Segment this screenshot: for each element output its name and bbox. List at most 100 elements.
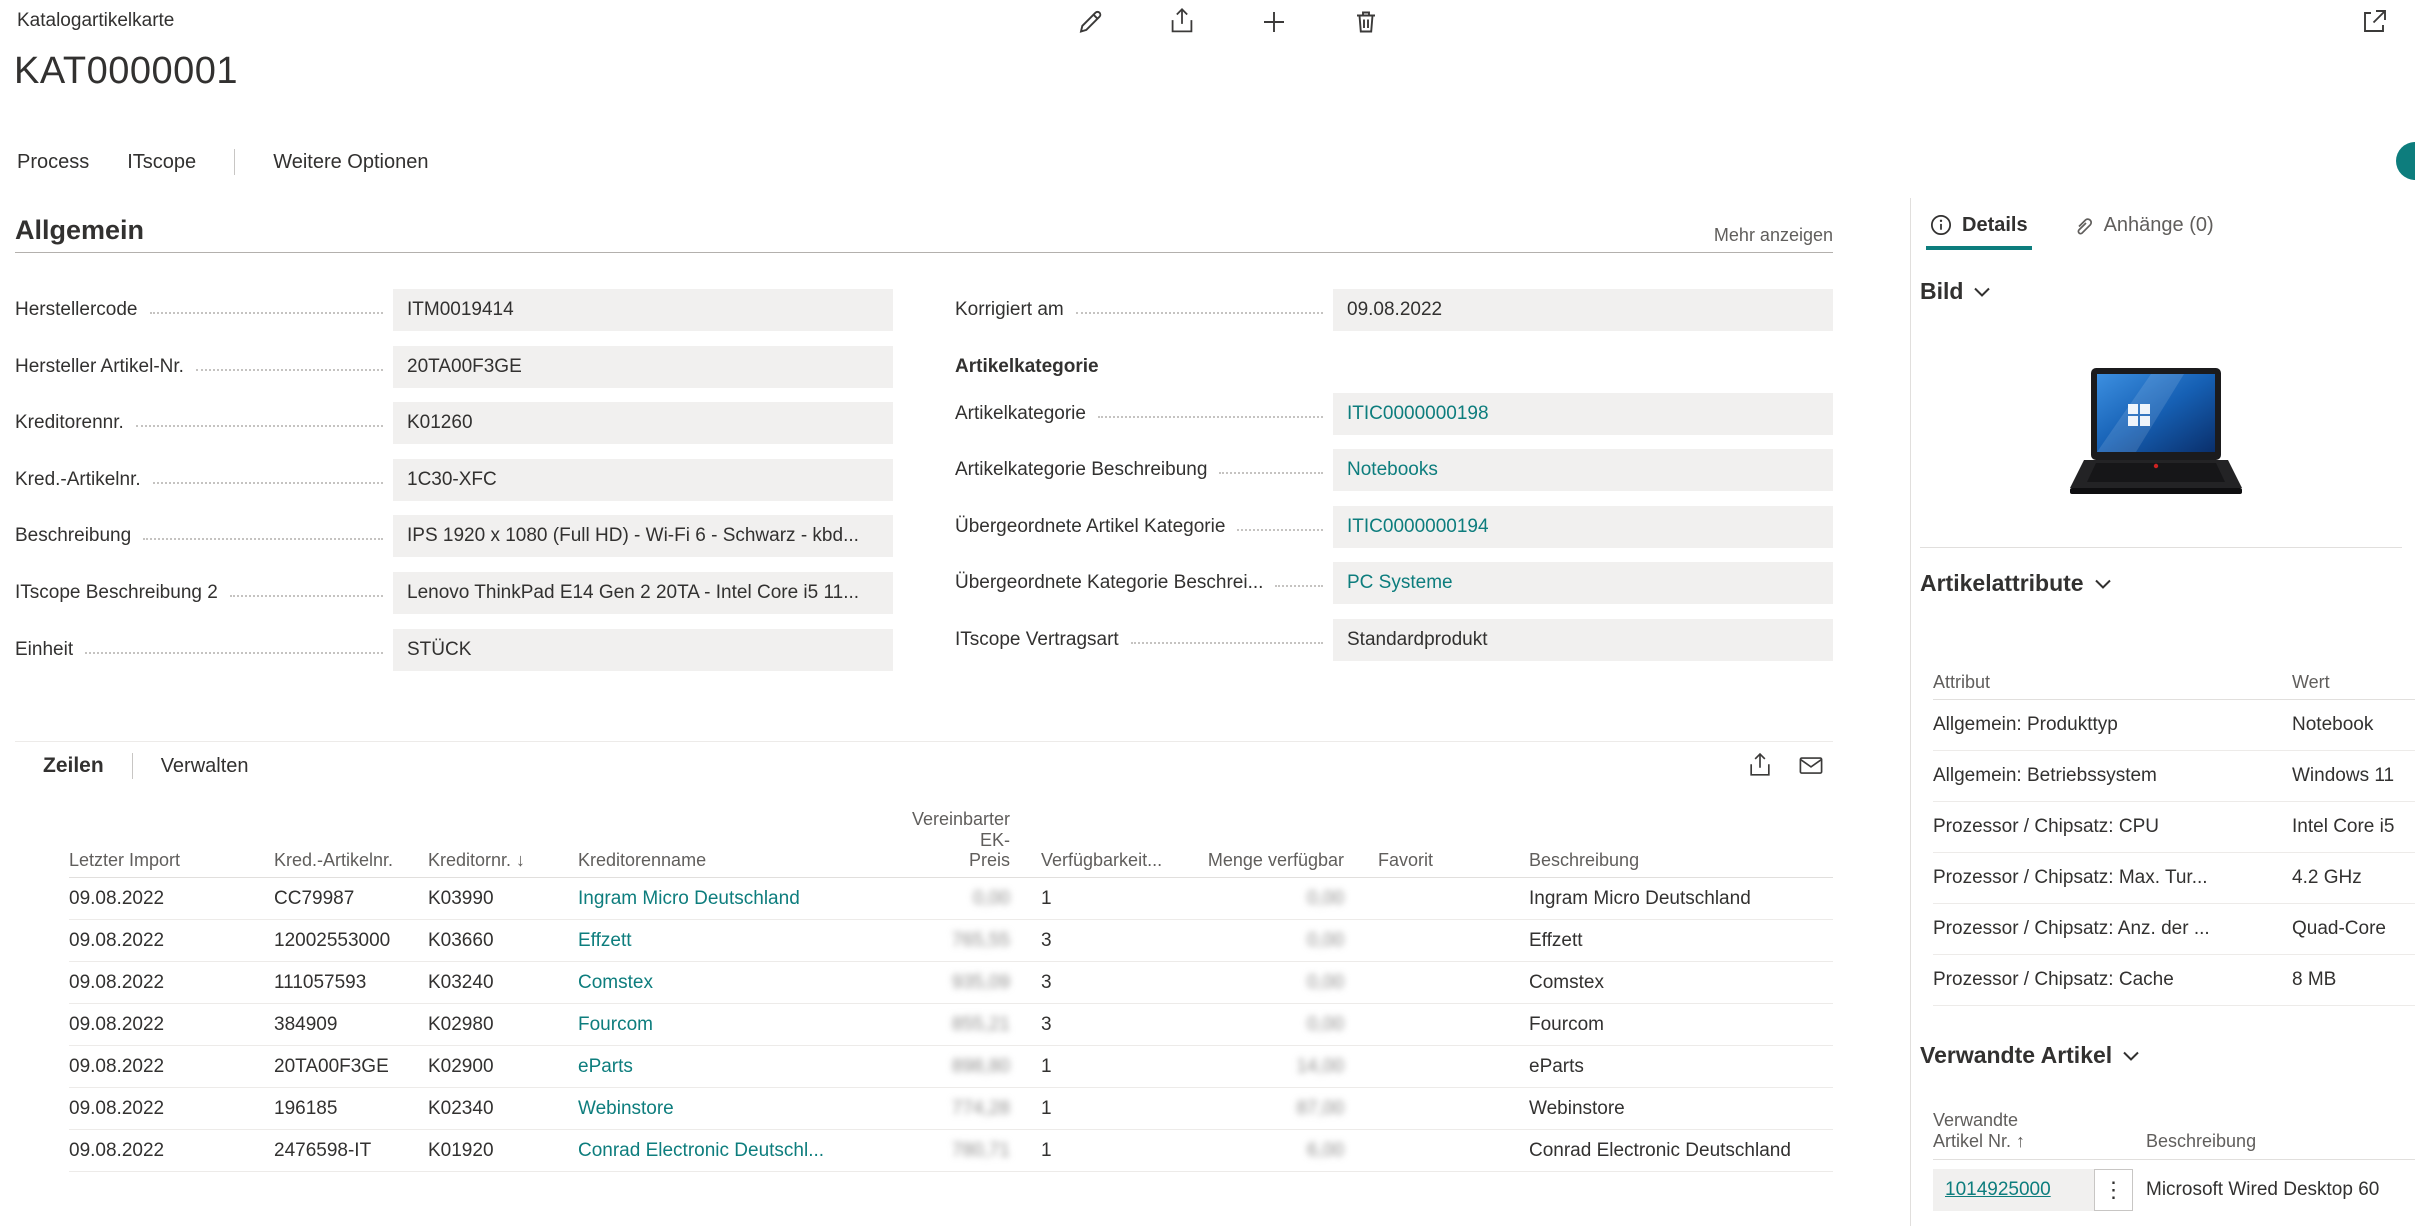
dotted-leader (1076, 312, 1323, 314)
column-header-kreditornr-sorted-desc[interactable]: Kreditornr. ↓ (428, 850, 578, 871)
dotted-leader (1131, 642, 1323, 644)
show-more-link[interactable]: Mehr anzeigen (1714, 225, 1833, 246)
tab-details[interactable]: Details (1930, 200, 2028, 250)
open-in-new-window-button[interactable] (2356, 4, 2392, 40)
cell-kreditorenname-link[interactable]: Effzett (578, 930, 878, 952)
delete-button[interactable] (1348, 4, 1384, 40)
field-label: ITscope Vertragsart (955, 629, 1119, 651)
column-header-attribut[interactable]: Attribut (1933, 672, 2292, 693)
related-item-link[interactable]: 1014925000 (1945, 1179, 2051, 1201)
field-hersteller-artikel-nr: Hersteller Artikel-Nr. 20TA00F3GE (15, 346, 893, 388)
cell-kreditorenname-link[interactable]: Ingram Micro Deutschland (578, 888, 878, 910)
column-header-wert[interactable]: Wert (2292, 672, 2415, 693)
manage-menu[interactable]: Verwalten (161, 755, 249, 778)
field-value[interactable]: ITM0019414 (393, 289, 893, 331)
add-button[interactable] (1256, 4, 1292, 40)
cell-kreditorenname-link[interactable]: eParts (578, 1056, 878, 1078)
column-header-vereinbarter-ek-preis[interactable]: Vereinbarter EK- Preis (878, 809, 1010, 871)
column-header-verfuegbarkeit[interactable]: Verfügbarkeit... (1010, 850, 1195, 871)
column-header-beschreibung[interactable]: Beschreibung (2146, 1131, 2415, 1153)
lines-header-divider (132, 753, 133, 779)
lines-mail-button[interactable] (1793, 748, 1829, 784)
attribute-row[interactable]: Prozessor / Chipsatz: CPU Intel Core i5 (1933, 802, 2415, 853)
field-value[interactable]: 1C30-XFC (393, 459, 893, 501)
field-value[interactable]: Lenovo ThinkPad E14 Gen 2 20TA - Intel C… (393, 572, 893, 614)
cell-menge-verfuegbar-redacted: 6,00 (1195, 1140, 1344, 1162)
chevron-down-icon (2094, 578, 2112, 590)
column-header-favorit[interactable]: Favorit (1344, 850, 1494, 871)
field-label: Übergeordnete Kategorie Beschrei... (955, 572, 1263, 594)
cell-menge-verfuegbar-redacted: 87,00 (1195, 1098, 1344, 1120)
edit-button[interactable] (1072, 4, 1108, 40)
field-value-link[interactable]: ITIC0000000194 (1333, 506, 1833, 548)
column-header-kreditorenname[interactable]: Kreditorenname (578, 850, 878, 871)
cell-verfuegbarkeit: 1 (1010, 888, 1195, 910)
field-label: Korrigiert am (955, 299, 1064, 321)
table-row[interactable]: 09.08.2022 2476598-IT K01920 Conrad Elec… (69, 1130, 1833, 1172)
artikelattribute-section-header[interactable]: Artikelattribute (1920, 570, 2112, 597)
lines-table: Letzter Import Kred.-Artikelnr. Kreditor… (69, 818, 1833, 1172)
table-row[interactable]: 09.08.2022 20TA00F3GE K02900 eParts 898,… (69, 1046, 1833, 1088)
general-heading[interactable]: Allgemein (15, 215, 144, 246)
related-items-table: Verwandte Artikel Nr. ↑ Beschreibung 101… (1933, 1108, 2415, 1220)
open-in-new-window-icon (2358, 6, 2390, 38)
group-header-artikelkategorie: Artikelkategorie (955, 346, 1833, 382)
field-value[interactable]: Standardprodukt (1333, 619, 1833, 661)
attribute-row[interactable]: Prozessor / Chipsatz: Max. Tur... 4.2 GH… (1933, 853, 2415, 904)
related-number-field[interactable]: 1014925000 (1933, 1169, 2094, 1211)
cell-kred-artikelnr: CC79987 (274, 888, 428, 910)
lines-heading: Zeilen (43, 754, 104, 778)
attribute-row[interactable]: Allgemein: Produkttyp Notebook (1933, 700, 2415, 751)
related-item-row[interactable]: 1014925000 ⋮ Microsoft Wired Desktop 60 (1933, 1160, 2415, 1220)
cell-kred-artikelnr: 196185 (274, 1098, 428, 1120)
cell-letzter-import: 09.08.2022 (69, 1056, 274, 1078)
share-button[interactable] (1164, 4, 1200, 40)
field-artikelkategorie: Artikelkategorie ITIC0000000198 (955, 393, 1833, 435)
cell-kred-artikelnr: 2476598-IT (274, 1140, 428, 1162)
bild-section-header[interactable]: Bild (1920, 278, 1991, 305)
row-options-button[interactable]: ⋮ (2094, 1169, 2133, 1211)
field-value[interactable]: 09.08.2022 (1333, 289, 1833, 331)
field-value-link[interactable]: Notebooks (1333, 449, 1833, 491)
table-row[interactable]: 09.08.2022 12002553000 K03660 Effzett 76… (69, 920, 1833, 962)
table-row[interactable]: 09.08.2022 384909 K02980 Fourcom 855,21 … (69, 1004, 1833, 1046)
cell-beschreibung: Webinstore (1494, 1098, 1833, 1120)
table-row[interactable]: 09.08.2022 CC79987 K03990 Ingram Micro D… (69, 878, 1833, 920)
menu-item-more-options[interactable]: Weitere Optionen (273, 151, 428, 174)
field-value-link[interactable]: ITIC0000000198 (1333, 393, 1833, 435)
field-value[interactable]: K01260 (393, 402, 893, 444)
column-header-letzter-import[interactable]: Letzter Import (69, 850, 274, 871)
field-herstellercode: Herstellercode ITM0019414 (15, 289, 893, 331)
dotted-leader (1219, 472, 1323, 474)
cell-beschreibung: Effzett (1494, 930, 1833, 952)
menu-item-itscope[interactable]: ITscope (127, 151, 196, 174)
attribute-row[interactable]: Prozessor / Chipsatz: Anz. der ... Quad-… (1933, 904, 2415, 955)
table-row[interactable]: 09.08.2022 196185 K02340 Webinstore 774,… (69, 1088, 1833, 1130)
field-itscope-vertragsart: ITscope Vertragsart Standardprodukt (955, 619, 1833, 661)
field-value-link[interactable]: PC Systeme (1333, 562, 1833, 604)
column-header-verwandte-artikel-nr-sorted-asc[interactable]: Verwandte Artikel Nr. ↑ (1933, 1110, 2146, 1153)
cell-kreditorenname-link[interactable]: Conrad Electronic Deutschl... (578, 1140, 878, 1162)
attribute-row[interactable]: Allgemein: Betriebssystem Windows 11 (1933, 751, 2415, 802)
cell-kreditorenname-link[interactable]: Comstex (578, 972, 878, 994)
cell-kred-artikelnr: 12002553000 (274, 930, 428, 952)
lines-share-button[interactable] (1742, 748, 1778, 784)
table-row[interactable]: 09.08.2022 111057593 K03240 Comstex 935,… (69, 962, 1833, 1004)
general-right-column: Korrigiert am 09.08.2022 Artikelkategori… (955, 289, 1833, 676)
attribute-row[interactable]: Prozessor / Chipsatz: Cache 8 MB (1933, 955, 2415, 1006)
field-value[interactable]: STÜCK (393, 629, 893, 671)
menu-item-process[interactable]: Process (17, 151, 89, 174)
assistant-bubble[interactable] (2396, 142, 2415, 180)
column-header-menge-verfuegbar[interactable]: Menge verfügbar (1195, 850, 1344, 871)
dotted-leader (85, 652, 383, 654)
cell-kreditorenname-link[interactable]: Webinstore (578, 1098, 878, 1120)
cell-ek-preis-redacted: 780,71 (878, 1140, 1010, 1162)
column-header-kred-artikelnr[interactable]: Kred.-Artikelnr. (274, 850, 428, 871)
tab-anhaenge[interactable]: Anhänge (0) (2072, 200, 2214, 250)
column-header-beschreibung[interactable]: Beschreibung (1494, 850, 1833, 871)
field-value[interactable]: 20TA00F3GE (393, 346, 893, 388)
verwandte-artikel-section-header[interactable]: Verwandte Artikel (1920, 1042, 2140, 1069)
field-value[interactable]: IPS 1920 x 1080 (Full HD) - Wi-Fi 6 - Sc… (393, 515, 893, 557)
general-section-header: Allgemein Mehr anzeigen (15, 213, 1833, 253)
cell-kreditorenname-link[interactable]: Fourcom (578, 1014, 878, 1036)
